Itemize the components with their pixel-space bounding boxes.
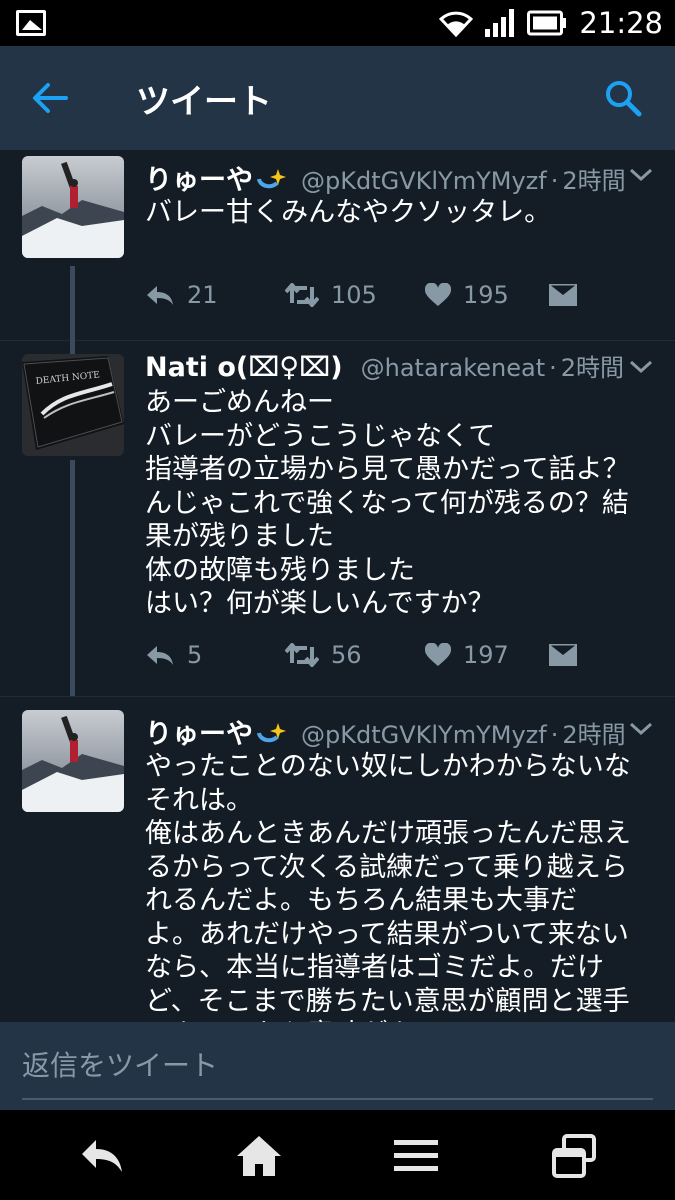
picture-icon: [16, 10, 46, 36]
display-name[interactable]: Nati o(⌧♀⌧): [145, 352, 343, 383]
chevron-down-icon[interactable]: [629, 168, 653, 182]
retweet-icon: [285, 283, 319, 307]
heart-icon: [425, 283, 451, 306]
tweet-text: やったことのない奴にしかわからないな それは。 俺はあんときあんだけ頑張ったんだ…: [145, 751, 631, 1022]
navigation-bar: [0, 1110, 675, 1200]
app-bar: ツイート: [0, 46, 675, 150]
like-button[interactable]: 197: [425, 641, 549, 669]
thread-line: [70, 266, 75, 340]
like-button[interactable]: 195: [425, 281, 549, 309]
sparkle-emoji-icon: [257, 169, 286, 189]
timestamp[interactable]: 2時間: [562, 161, 625, 196]
retweet-count: 56: [331, 641, 362, 669]
direct-message-button[interactable]: [549, 284, 577, 306]
avatar[interactable]: DEATH NOTE: [22, 354, 124, 456]
retweet-count: 105: [331, 281, 377, 309]
display-name[interactable]: りゅーや: [145, 158, 253, 197]
page-title: ツイート: [136, 82, 272, 122]
sparkle-emoji-icon: [257, 723, 286, 743]
thread-line: [70, 460, 75, 696]
tweet-thread[interactable]: りゅーや @pKdtGVKlYmYMyzf · 2時間 バレー甘くみんなやクソッ…: [0, 150, 675, 1022]
envelope-icon: [549, 644, 577, 666]
tweet[interactable]: りゅーや @pKdtGVKlYmYMyzf · 2時間 やったことのない奴にしか…: [0, 696, 675, 1022]
back-arrow-icon[interactable]: [30, 80, 70, 116]
clock: 21:28: [579, 6, 663, 40]
reply-button[interactable]: 5: [145, 641, 285, 669]
chevron-down-icon[interactable]: [629, 360, 653, 374]
handle[interactable]: @hatarakeneat: [361, 354, 546, 382]
handle[interactable]: @pKdtGVKlYmYMyzf: [301, 167, 547, 195]
search-icon[interactable]: [603, 78, 643, 118]
battery-icon: [527, 10, 567, 36]
tweet-actions: 21 105 195: [145, 280, 655, 310]
thread-line: [70, 340, 75, 354]
retweet-button[interactable]: 105: [285, 281, 425, 309]
handle[interactable]: @pKdtGVKlYmYMyzf: [301, 721, 547, 749]
wifi-icon: [439, 11, 474, 37]
back-icon[interactable]: [78, 1132, 126, 1180]
direct-message-button[interactable]: [549, 644, 577, 666]
tweet-text: あーごめんねー バレーがどうこうじゃなくて 指導者の立場から見て愚かだって話よ？…: [145, 387, 630, 619]
reply-button[interactable]: 21: [145, 281, 285, 309]
retweet-button[interactable]: 56: [285, 641, 425, 669]
menu-icon[interactable]: [392, 1132, 440, 1180]
recent-apps-icon[interactable]: [550, 1132, 598, 1180]
display-name[interactable]: りゅーや: [145, 712, 253, 751]
like-count: 197: [463, 641, 509, 669]
envelope-icon: [549, 284, 577, 306]
reply-icon: [147, 286, 173, 305]
signal-icon: [485, 9, 515, 37]
timestamp[interactable]: 2時間: [562, 715, 625, 750]
heart-icon: [425, 643, 451, 666]
avatar[interactable]: [22, 156, 124, 258]
reply-count: 21: [187, 281, 218, 309]
reply-icon: [147, 646, 173, 665]
input-underline: [22, 1098, 653, 1100]
timestamp[interactable]: 2時間: [561, 348, 624, 383]
reply-input[interactable]: 返信をツイート: [22, 1044, 218, 1084]
tweet[interactable]: DEATH NOTE Nati o(⌧♀⌧) @hatarakeneat · 2…: [0, 340, 675, 696]
tweet-text: バレー甘くみんなやクソッタレ。: [145, 197, 552, 228]
tweet-actions: 5 56 197: [145, 640, 655, 670]
reply-bar: 返信をツイート: [0, 1022, 675, 1110]
tweet[interactable]: りゅーや @pKdtGVKlYmYMyzf · 2時間 バレー甘くみんなやクソッ…: [0, 150, 675, 340]
home-icon[interactable]: [235, 1132, 283, 1180]
avatar[interactable]: [22, 710, 124, 812]
chevron-down-icon[interactable]: [629, 722, 653, 736]
retweet-icon: [285, 643, 319, 667]
reply-count: 5: [187, 641, 203, 669]
status-bar: 21:28: [0, 0, 675, 46]
like-count: 195: [463, 281, 509, 309]
